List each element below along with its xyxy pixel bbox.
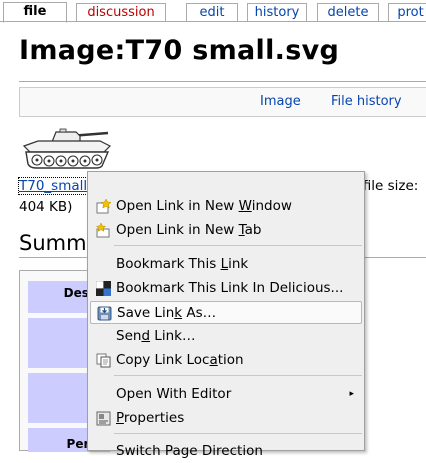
menu-label: Bookmark This	[116, 256, 221, 272]
menu-send-link[interactable]: Send Link…	[90, 325, 362, 348]
delicious-icon	[96, 281, 111, 296]
save-icon	[97, 306, 112, 321]
menu-label: Link…	[150, 328, 196, 344]
tab-protect[interactable]: prot	[388, 3, 426, 21]
new-window-icon	[96, 199, 111, 214]
menu-label: tion	[217, 352, 244, 368]
menu-save-link-as[interactable]: Save Link As…	[90, 301, 362, 324]
menu-accel: L	[220, 256, 229, 272]
menu-label: As…	[182, 305, 217, 321]
title-divider	[19, 81, 426, 82]
menu-accel: a	[209, 352, 218, 368]
properties-icon	[96, 411, 111, 426]
tab-edit[interactable]: edit	[186, 3, 238, 21]
context-menu: Open Link in New Window Open Link in New…	[87, 171, 365, 459]
menu-label: Open Link in New	[116, 198, 239, 214]
menu-bookmark-delicious[interactable]: Bookmark This Link In Delicious...	[90, 277, 362, 300]
summary-heading: Summ	[19, 231, 87, 255]
menu-label: Save Lin	[117, 305, 175, 321]
menu-separator	[114, 375, 362, 376]
tab-file[interactable]: file	[3, 2, 67, 23]
menu-bookmark-link[interactable]: Bookmark This Link	[90, 253, 362, 276]
tank-thumbnail-image[interactable]	[18, 124, 118, 172]
menu-separator	[114, 245, 362, 246]
menu-label: Switch Page Direction	[116, 443, 263, 459]
toc-image-link[interactable]: Image	[260, 94, 301, 109]
file-toc: Image File history	[19, 87, 426, 117]
menu-label: ink	[228, 256, 249, 272]
menu-accel: P	[116, 410, 124, 426]
menu-label: ab	[244, 222, 262, 238]
menu-label: Bookmark This Link In Delicious...	[116, 280, 344, 296]
menu-properties[interactable]: Properties	[90, 407, 362, 430]
menu-open-with-editor[interactable]: Open With Editor ▸	[90, 383, 362, 406]
menu-label: Open Link in New	[116, 222, 239, 238]
menu-copy-link-location[interactable]: Copy Link Location	[90, 349, 362, 372]
menu-label: indow	[251, 198, 292, 214]
menu-label: Copy Link Loc	[116, 352, 210, 368]
menu-accel: W	[238, 198, 252, 214]
menu-open-new-tab[interactable]: Open Link in New Tab	[90, 219, 362, 242]
copy-icon	[96, 353, 111, 368]
toc-file-history-link[interactable]: File history	[331, 94, 402, 109]
page-tabs: file discussion edit history delete prot	[0, 0, 426, 23]
new-tab-icon	[96, 223, 110, 238]
tab-delete[interactable]: delete	[317, 3, 379, 21]
menu-label: Sen	[116, 328, 142, 344]
submenu-arrow-icon: ▸	[349, 389, 354, 399]
menu-label: roperties	[123, 410, 185, 426]
menu-accel: d	[141, 328, 151, 344]
tab-discussion[interactable]: discussion	[76, 3, 166, 21]
menu-switch-page-direction[interactable]: Switch Page Direction	[90, 440, 362, 463]
menu-open-new-window[interactable]: Open Link in New Window	[90, 195, 362, 218]
page-title: Image:T70 small.svg	[19, 35, 340, 66]
tab-history[interactable]: history	[247, 3, 307, 21]
menu-label: Open With Editor	[116, 386, 232, 402]
menu-separator	[114, 433, 362, 434]
menu-accel: k	[174, 305, 183, 321]
